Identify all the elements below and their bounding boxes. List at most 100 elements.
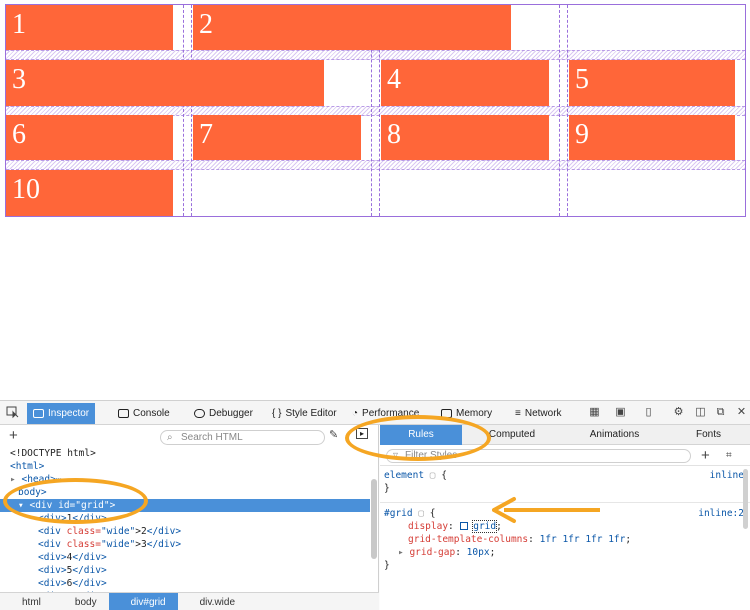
tab-inspector[interactable]: Inspector [27,403,96,424]
tab-fonts[interactable]: Fonts [667,425,750,445]
rule-element-header: element ▢ {inline [384,469,744,482]
decl-columns-prop: grid-template-columns [408,534,529,545]
markup-child-open: <div [38,526,67,537]
grid-item-7: 7 [193,115,361,160]
markup-child-node[interactable]: <div>6</div> [0,577,370,590]
grid-line-col-3a [559,5,560,216]
dock-side-icon[interactable]: ◫ [694,406,707,419]
grid-line-col-1a [183,5,184,216]
undock-window-icon[interactable]: ⧉ [714,406,727,419]
tab-debugger[interactable]: Debugger [194,404,253,422]
expand-arrow-icon[interactable]: ▸ [398,547,409,558]
pseudo-class-toggle-icon[interactable]: ⌗ [726,450,732,461]
markup-child-node[interactable]: <div class="wide">2</div> [0,525,370,538]
markup-child-node[interactable]: <div class="wide">3</div> [0,538,370,551]
markup-child-val: "wide" [100,526,136,537]
annotation-ring-rules-tab [345,415,491,461]
grid-item-10: 10 [6,170,173,216]
breadcrumb-div-wide[interactable]: div.wide [178,593,247,610]
markup-child-text: >2 [135,526,147,537]
markup-child-node[interactable]: <div>5</div> [0,564,370,577]
tab-debugger-label: Debugger [209,407,253,419]
rule-element-close: } [384,483,390,494]
grid-item-2: 2 [193,5,511,50]
markup-child-open: <div> [38,552,67,563]
add-node-icon[interactable]: + [9,427,18,444]
style-editor-icon: { } [272,407,282,419]
grid-item-5: 5 [569,60,735,106]
grid-item-8: 8 [381,115,549,160]
breadcrumb-div-grid[interactable]: div#grid [108,592,178,610]
markup-child-close: </div> [146,539,182,550]
breadcrumb: html body div#grid div.wide [0,592,379,610]
settings-gear-icon[interactable]: ⚙ [672,406,685,419]
tab-style-editor[interactable]: { } Style Editor [272,404,337,422]
element-picker-icon[interactable] [6,406,19,419]
performance-icon: ◔ [352,407,359,419]
console-icon [118,408,129,418]
breadcrumb-body[interactable]: body [53,593,109,610]
grid-line-col-1b [191,5,192,216]
eyedropper-icon[interactable]: ✎ [329,428,338,441]
page: 1 2 3 4 5 6 7 8 9 10 Inspector Console D [0,0,750,610]
search-icon: ⌕ [167,432,173,443]
markup-child-open: <div> [38,565,67,576]
grid-gap-row-3 [6,160,745,170]
grid-item-3: 3 [6,60,324,106]
markup-child-close: </div> [146,526,182,537]
grid-gap-row-1 [6,50,745,60]
rule-element-source[interactable]: inline [710,469,744,482]
grid-highlighter-icon[interactable] [459,522,468,530]
close-icon[interactable]: ✕ [735,406,748,419]
breadcrumb-html[interactable]: html [0,593,53,610]
markup-child-text: >3 [135,539,147,550]
rule-grid-close: } [384,560,390,571]
network-icon: ≡ [515,407,521,419]
search-html-placeholder: Search HTML [181,432,243,443]
debugger-icon [194,408,205,418]
tab-inspector-label: Inspector [48,408,90,419]
annotation-arrow-icon [492,497,600,523]
rule-element-selector: element [384,470,425,481]
grid-line-col-3b [567,5,568,216]
decl-display-prop: display [408,521,449,532]
markup-child-close: </div> [72,552,107,563]
markup-html-tag: <html> [10,461,45,472]
markup-child-open: <div> [38,578,67,589]
grid-item-1: 1 [6,5,173,50]
rule-grid-source[interactable]: inline:2 [698,507,744,520]
tab-network-label: Network [524,407,562,419]
tab-network[interactable]: ≡ Network [515,404,562,422]
markup-child-attr: class= [66,526,101,537]
grid-item-9: 9 [569,115,735,160]
tab-memory-label: Memory [456,407,493,419]
markup-tree: <!DOCTYPE html> <html> ▸ <head>⋯ body> ▾… [0,447,370,603]
grid-container: 1 2 3 4 5 6 7 8 9 10 [5,4,746,217]
responsive-design-icon[interactable]: ▯ [642,406,655,419]
markup-children: <div>1</div> <div class="wide">2</div> <di… [0,512,370,603]
tab-style-editor-label: Style Editor [285,407,337,419]
add-rule-icon[interactable]: + [701,447,710,464]
rules-scrollbar[interactable] [743,469,748,529]
console-split-icon[interactable]: ▣ [614,406,627,419]
tab-animations[interactable]: Animations [562,425,667,445]
markup-html-node[interactable]: <html> [0,460,370,473]
inspector-icon [33,409,44,418]
annotation-ring-grid-node [3,478,148,524]
decl-columns-value[interactable]: 1fr 1fr 1fr 1fr [540,534,626,545]
markup-child-close: </div> [72,578,107,589]
grid-item-4: 4 [381,60,549,106]
markup-scrollbar[interactable] [371,479,377,559]
decl-gap-value[interactable]: 10px [467,547,490,558]
tab-console[interactable]: Console [118,404,170,422]
decl-grid-gap[interactable]: ▸ grid-gap: 10px; [384,546,748,559]
markup-child-node[interactable]: <div>4</div> [0,551,370,564]
markup-child-close: </div> [72,565,107,576]
grid-item-6: 6 [6,115,173,160]
search-html-input[interactable]: ⌕ Search HTML [160,430,325,445]
layout-toggle-icon[interactable]: ▦ [588,406,601,419]
markup-child-val: "wide" [100,539,136,550]
markup-doctype[interactable]: <!DOCTYPE html> [0,447,370,460]
decl-grid-template-columns[interactable]: grid-template-columns: 1fr 1fr 1fr 1fr; [384,533,748,546]
markup-child-attr: class= [66,539,101,550]
